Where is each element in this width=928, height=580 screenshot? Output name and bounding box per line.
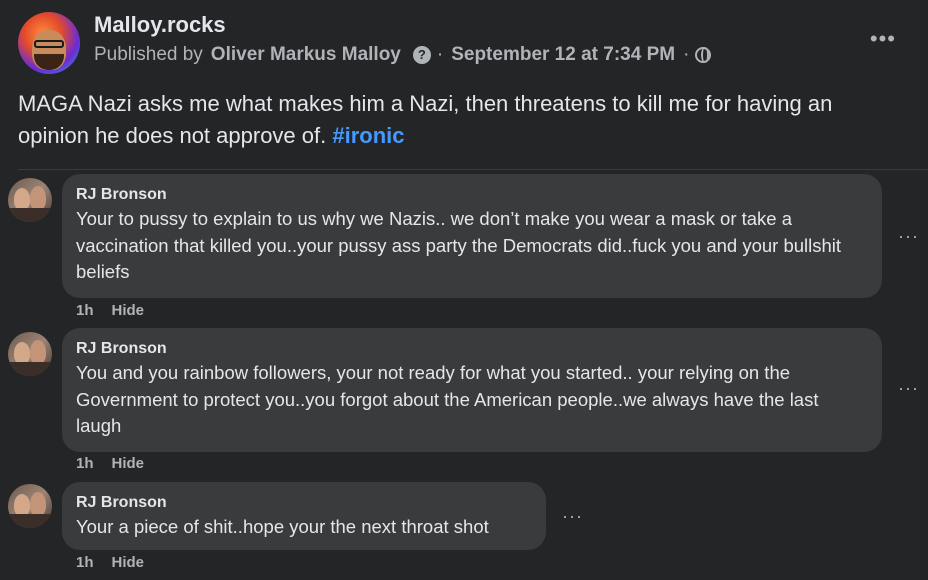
comment-time[interactable]: 1h bbox=[76, 302, 94, 319]
page-avatar[interactable] bbox=[18, 12, 80, 74]
commenter-avatar[interactable] bbox=[8, 178, 52, 222]
comment-bubble: RJ Bronson Your to pussy to explain to u… bbox=[62, 174, 882, 298]
help-icon[interactable]: ? bbox=[412, 46, 431, 64]
post-meta: Published by Oliver Markus Malloy ? · Se… bbox=[94, 44, 712, 66]
comment-options-icon[interactable]: ··· bbox=[898, 226, 919, 247]
comment-text: Your to pussy to explain to us why we Na… bbox=[76, 208, 842, 282]
more-options-icon[interactable]: ••• bbox=[870, 26, 896, 52]
separator: · bbox=[683, 44, 690, 65]
post-header: Malloy.rocks Published by Oliver Markus … bbox=[18, 10, 910, 76]
commenter-name[interactable]: RJ Bronson bbox=[76, 492, 532, 514]
post-body: MAGA Nazi asks me what makes him a Nazi,… bbox=[18, 88, 908, 152]
comment-time[interactable]: 1h bbox=[76, 554, 94, 571]
comment-actions: 1h Hide bbox=[76, 554, 144, 571]
comment-options-icon[interactable]: ··· bbox=[898, 378, 919, 399]
separator: · bbox=[436, 44, 444, 65]
comment-bubble: RJ Bronson You and you rainbow followers… bbox=[62, 328, 882, 452]
post-text: MAGA Nazi asks me what makes him a Nazi,… bbox=[18, 91, 833, 148]
page-name[interactable]: Malloy.rocks bbox=[94, 12, 226, 38]
comment-actions: 1h Hide bbox=[76, 302, 144, 319]
comment-actions: 1h Hide bbox=[76, 455, 144, 472]
hashtag-link[interactable]: #ironic bbox=[332, 123, 404, 148]
globe-icon[interactable] bbox=[695, 47, 712, 63]
commenter-avatar[interactable] bbox=[8, 332, 52, 376]
commenter-name[interactable]: RJ Bronson bbox=[76, 184, 868, 206]
comment-text: You and you rainbow followers, your not … bbox=[76, 362, 819, 436]
comment-text: Your a piece of shit..hope your the next… bbox=[76, 516, 489, 537]
commenter-avatar[interactable] bbox=[8, 484, 52, 528]
comment-time[interactable]: 1h bbox=[76, 455, 94, 472]
hide-button[interactable]: Hide bbox=[112, 554, 145, 571]
post-timestamp[interactable]: September 12 at 7:34 PM bbox=[451, 44, 675, 66]
hide-button[interactable]: Hide bbox=[112, 455, 145, 472]
comment-bubble: RJ Bronson Your a piece of shit..hope yo… bbox=[62, 482, 546, 550]
comment-options-icon[interactable]: ··· bbox=[562, 506, 583, 527]
published-by-label: Published by bbox=[94, 44, 203, 65]
author-link[interactable]: Oliver Markus Malloy bbox=[211, 44, 401, 66]
commenter-name[interactable]: RJ Bronson bbox=[76, 338, 868, 360]
divider bbox=[18, 169, 928, 170]
hide-button[interactable]: Hide bbox=[112, 302, 145, 319]
